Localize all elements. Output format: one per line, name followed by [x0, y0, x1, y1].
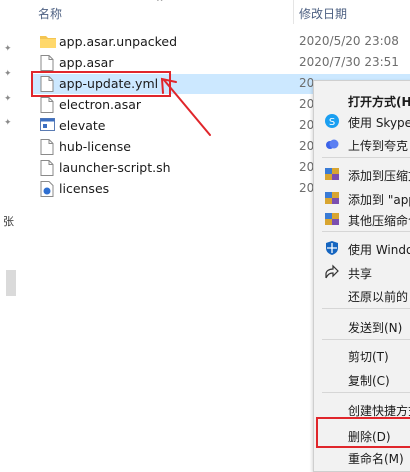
- menu-separator: [322, 231, 410, 232]
- menu-item-label: 重命名(M): [348, 452, 404, 466]
- annotation-highlight-box: [316, 417, 410, 448]
- menu-item-label: 添加到 "app: [348, 193, 410, 207]
- annotation-arrow-line: [163, 79, 211, 136]
- menu-item-label: 上传到夸克: [348, 139, 409, 153]
- share-icon: [324, 264, 340, 280]
- menu-item-label: 打开方式(H: [348, 95, 410, 109]
- menu-item-label: 添加到压缩文: [348, 169, 410, 183]
- archive-icon: [324, 166, 340, 182]
- menu-item-label: 剪切(T): [348, 350, 389, 364]
- skype-icon: S: [324, 113, 340, 129]
- menu-separator: [322, 308, 410, 309]
- menu-share[interactable]: 共享: [314, 261, 410, 283]
- menu-separator: [322, 339, 410, 340]
- menu-separator: [322, 157, 410, 158]
- menu-cut[interactable]: 剪切(T): [314, 344, 410, 366]
- svg-text:S: S: [329, 117, 335, 128]
- menu-other-compress[interactable]: 其他压缩命令: [314, 208, 410, 230]
- menu-item-label: 复制(C): [348, 374, 390, 388]
- menu-separator: [322, 392, 410, 393]
- menu-send-to[interactable]: 发送到(N): [314, 315, 410, 337]
- menu-add-to-app[interactable]: 添加到 "app: [314, 187, 410, 209]
- menu-rename[interactable]: 重命名(M): [314, 446, 410, 468]
- menu-restore-versions[interactable]: 还原以前的: [314, 284, 410, 306]
- archive-icon: [324, 211, 340, 227]
- menu-skype[interactable]: S 使用 Skype: [314, 110, 410, 132]
- menu-open-with[interactable]: 打开方式(H: [314, 89, 410, 111]
- context-menu: 打开方式(H S 使用 Skype 上传到夸克添加到压缩文添加到 "app 其他压缩命令…: [313, 80, 410, 472]
- menu-item-label: 其他压缩命令: [348, 214, 410, 228]
- cloud-upload-icon: [324, 136, 340, 152]
- menu-item-label: 使用 Windo: [348, 243, 410, 257]
- menu-upload-quark[interactable]: 上传到夸克: [314, 133, 410, 155]
- defender-shield-icon: [324, 240, 340, 256]
- archive-icon: [324, 190, 340, 206]
- menu-item-label: 发送到(N): [348, 321, 403, 335]
- menu-copy[interactable]: 复制(C): [314, 368, 410, 390]
- menu-add-archive[interactable]: 添加到压缩文: [314, 163, 410, 185]
- menu-item-label: 共享: [348, 267, 373, 281]
- menu-item-label: 还原以前的: [348, 290, 409, 304]
- menu-item-label: 使用 Skype: [348, 116, 410, 130]
- menu-windows-defender[interactable]: 使用 Windo: [314, 237, 410, 259]
